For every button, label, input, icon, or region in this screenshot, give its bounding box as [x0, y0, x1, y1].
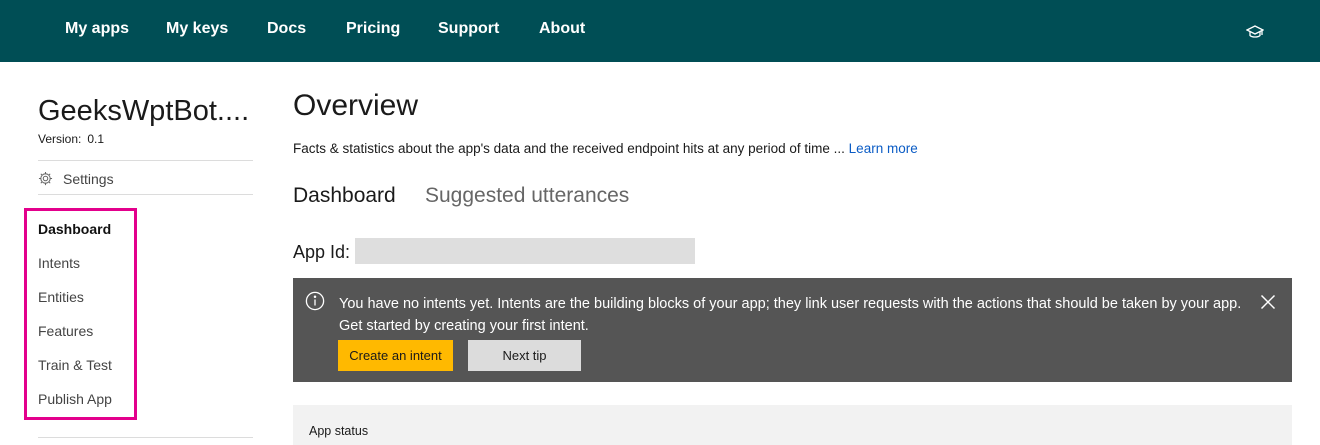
sidebar-divider-mid [38, 194, 253, 195]
tab-dashboard[interactable]: Dashboard [293, 182, 396, 210]
app-name: GeeksWptBot.... [38, 95, 250, 127]
app-id-value [355, 238, 695, 264]
graduation-cap-icon[interactable] [1245, 24, 1265, 40]
page-title: Overview [293, 89, 419, 122]
main-content: Overview Facts & statistics about the ap… [293, 62, 1293, 445]
sidebar-settings[interactable]: Settings [38, 168, 253, 190]
app-version: Version: 0.1 [38, 131, 104, 147]
sidebar-item-train-test[interactable]: Train & Test [38, 354, 112, 376]
nav-my-keys[interactable]: My keys [166, 18, 228, 40]
top-navigation-bar: My apps My keys Docs Pricing Support Abo… [0, 0, 1320, 62]
nav-support[interactable]: Support [438, 18, 499, 40]
close-icon[interactable] [1260, 294, 1276, 310]
nav-about[interactable]: About [539, 18, 585, 40]
sidebar: GeeksWptBot.... Version: 0.1 Settings Das… [24, 62, 254, 441]
description-text: Facts & statistics about the app's data … [293, 141, 845, 156]
sidebar-divider-top [38, 160, 253, 161]
sidebar-item-publish-app[interactable]: Publish App [38, 388, 112, 410]
tip-text: You have no intents yet. Intents are the… [339, 296, 1242, 334]
settings-label: Settings [63, 171, 114, 187]
create-intent-button[interactable]: Create an intent [338, 340, 453, 371]
app-status-panel: App status [293, 405, 1292, 445]
nav-my-apps[interactable]: My apps [65, 18, 129, 40]
version-value: 0.1 [87, 132, 105, 146]
tab-suggested-utterances[interactable]: Suggested utterances [425, 182, 629, 210]
sidebar-item-dashboard[interactable]: Dashboard [38, 218, 111, 240]
sidebar-item-intents[interactable]: Intents [38, 252, 80, 274]
next-tip-button[interactable]: Next tip [468, 340, 581, 371]
sidebar-item-features[interactable]: Features [38, 320, 93, 342]
nav-docs[interactable]: Docs [267, 18, 306, 40]
page-description: Facts & statistics about the app's data … [293, 140, 918, 158]
nav-pricing[interactable]: Pricing [346, 18, 400, 40]
info-icon [305, 291, 325, 311]
app-status-label: App status [309, 424, 369, 438]
learn-more-link[interactable]: Learn more [849, 141, 918, 156]
version-label: Version: [38, 132, 82, 146]
app-id-label: App Id: [293, 242, 351, 262]
gear-icon [38, 171, 53, 186]
tip-banner: You have no intents yet. Intents are the… [293, 278, 1292, 382]
sidebar-divider-bottom [38, 437, 253, 438]
sidebar-item-entities[interactable]: Entities [38, 286, 84, 308]
